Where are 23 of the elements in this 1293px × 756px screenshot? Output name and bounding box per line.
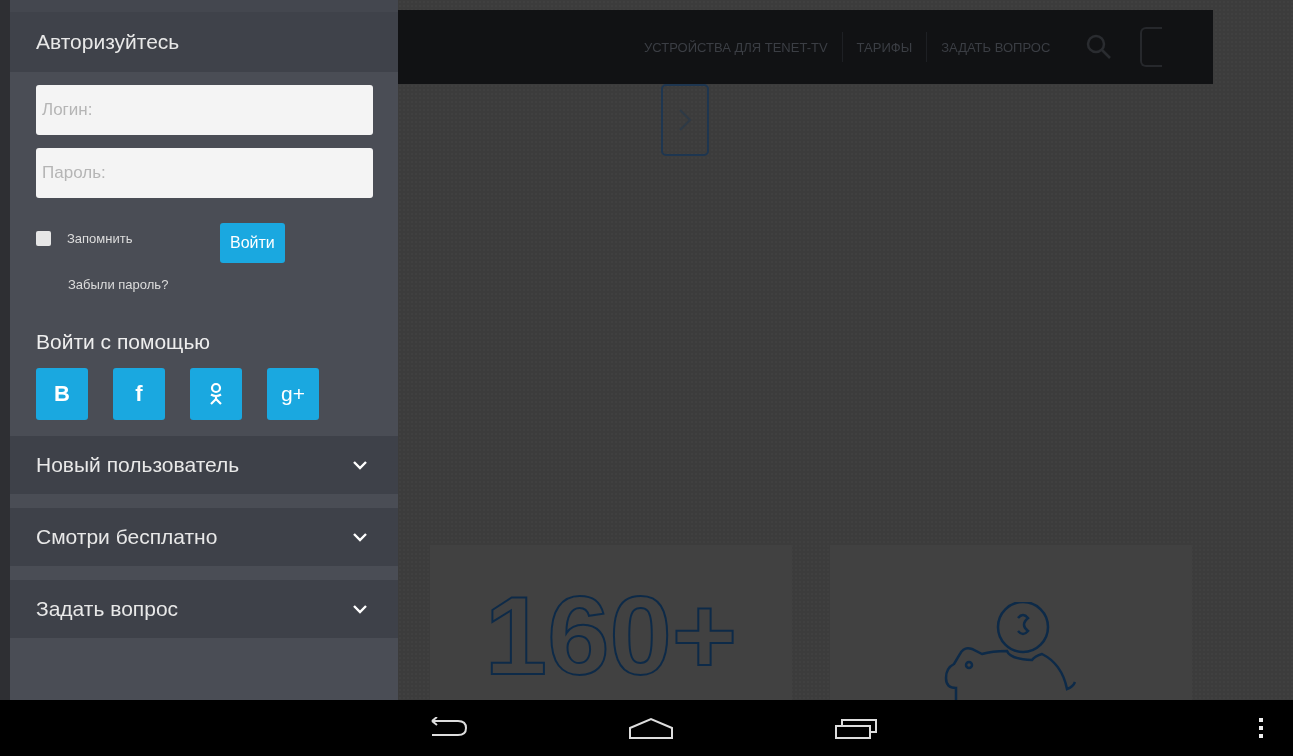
remember-label: Запомнить xyxy=(67,231,134,246)
facebook-button[interactable]: f xyxy=(113,368,165,420)
person-icon xyxy=(209,382,223,406)
social-login-title: Войти с помощью xyxy=(36,330,212,354)
password-field[interactable]: Пароль: xyxy=(36,148,373,198)
home-icon[interactable] xyxy=(628,716,674,740)
accordion-item[interactable]: Задать вопрос xyxy=(10,580,398,638)
accordion-item[interactable]: Новый пользователь xyxy=(10,436,398,494)
recent-apps-icon[interactable] xyxy=(834,716,878,740)
search-icon[interactable] xyxy=(1086,34,1113,60)
chevron-down-icon xyxy=(352,532,368,542)
login-field[interactable]: Логин: xyxy=(36,85,373,135)
odnoklassniki-button[interactable] xyxy=(190,368,242,420)
google-plus-button[interactable]: g+ xyxy=(267,368,319,420)
remember-checkbox[interactable] xyxy=(36,231,51,246)
accordion-item[interactable]: Смотри бесплатно xyxy=(10,508,398,566)
forgot-password-link[interactable]: Забыли пароль? xyxy=(68,277,373,292)
login-button[interactable]: Войти xyxy=(220,223,285,263)
chevron-down-icon xyxy=(352,460,368,470)
vk-button[interactable]: B xyxy=(36,368,88,420)
sidebar-title: Авторизуйтесь xyxy=(10,12,398,72)
more-options-icon[interactable] xyxy=(1258,717,1264,739)
chevron-down-icon xyxy=(352,604,368,614)
